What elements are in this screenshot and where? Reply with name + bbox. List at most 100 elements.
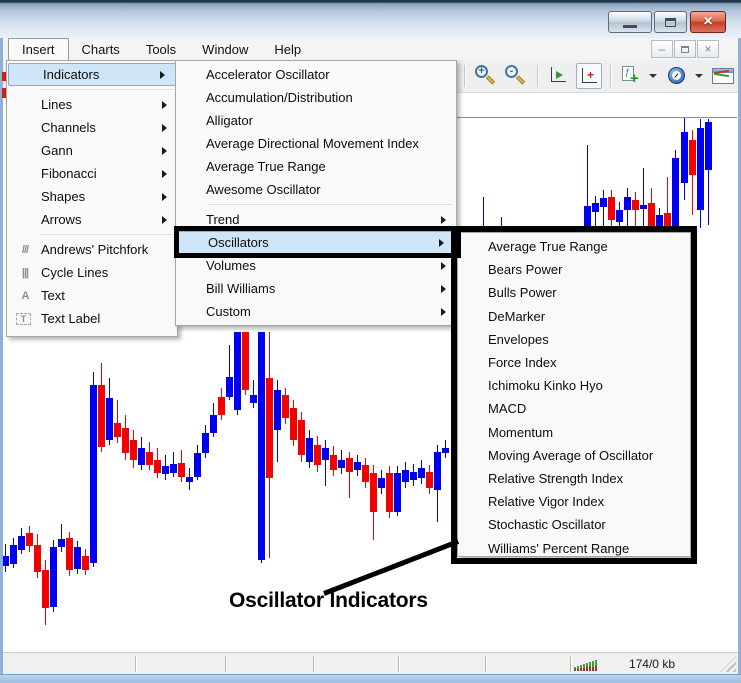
candle-body — [130, 440, 137, 460]
candle-body — [210, 415, 217, 433]
templates-icon[interactable] — [711, 63, 737, 89]
add-indicator-icon[interactable]: + — [619, 63, 645, 89]
candle-body — [386, 473, 393, 512]
candle-body — [330, 455, 337, 470]
statusbar-divider — [485, 656, 486, 672]
window-maximize-button[interactable] — [654, 11, 687, 33]
menu-item-label: Gann — [41, 143, 73, 158]
menu-item-text[interactable]: A Text — [7, 284, 177, 307]
window-close-button[interactable]: × — [690, 11, 726, 33]
signal-bar — [580, 665, 582, 671]
menu-item-text-label[interactable]: T Text Label — [7, 307, 177, 330]
window-minimize-button[interactable] — [608, 11, 652, 33]
menu-item-label: Cycle Lines — [41, 265, 109, 280]
candle-body — [290, 408, 297, 440]
menu-item-average-directional-movement-index[interactable]: Average Directional Movement Index — [176, 132, 456, 155]
traffic-counter: 174/0 kb — [628, 657, 675, 671]
candle-body — [600, 198, 607, 207]
menu-item-shapes[interactable]: Shapes — [7, 185, 177, 208]
menubar-item-insert[interactable]: Insert — [8, 38, 69, 60]
menu-item-accumulation-distribution[interactable]: Accumulation/Distribution — [176, 86, 456, 109]
resize-grip-icon[interactable] — [720, 656, 736, 672]
menu-item-cycle-lines[interactable]: ||| Cycle Lines — [7, 261, 177, 284]
menu-item-indicators[interactable]: Indicators — [8, 63, 176, 86]
menu-item-label: Volumes — [206, 258, 256, 273]
pitchfork-icon: /// — [21, 243, 29, 256]
submenu-arrow-icon — [441, 261, 446, 270]
menu-item-label: Trend — [206, 212, 240, 227]
candle-body — [90, 385, 97, 563]
submenu-arrow-icon — [441, 215, 446, 224]
menu-item-awesome-oscillator[interactable]: Awesome Oscillator — [176, 178, 456, 201]
dropdown-caret-icon[interactable] — [649, 74, 657, 78]
candle-body — [138, 448, 145, 465]
menu-item-accelerator-oscillator[interactable]: Accelerator Oscillator — [176, 63, 456, 86]
maximize-icon — [665, 17, 676, 27]
menu-item-channels[interactable]: Channels — [7, 116, 177, 139]
submenu-arrow-icon — [441, 284, 446, 293]
candle-body — [362, 465, 369, 482]
candle-body — [681, 132, 688, 183]
menu-item-gann[interactable]: Gann — [7, 139, 177, 162]
candle-body — [226, 377, 233, 397]
text-icon: A — [21, 289, 30, 302]
submenu-arrow-icon — [441, 307, 446, 316]
chart-shift-icon[interactable]: + — [576, 63, 602, 89]
candle-body — [282, 395, 289, 418]
candle-body — [266, 378, 273, 478]
zoom-out-icon[interactable]: - — [503, 63, 529, 89]
mdi-close-button[interactable]: × — [697, 40, 719, 58]
submenu-arrow-icon — [162, 192, 167, 201]
mdi-restore-button[interactable] — [674, 40, 696, 58]
menu-item-arrows[interactable]: Arrows — [7, 208, 177, 231]
menubar-item-tools[interactable]: Tools — [133, 38, 189, 60]
candle-body — [346, 458, 353, 472]
auto-scroll-icon[interactable] — [546, 63, 572, 89]
candle-body — [697, 128, 704, 210]
menu-item-custom[interactable]: Custom — [176, 300, 456, 323]
candle-body — [338, 460, 345, 468]
menu-item-andrews-pitchfork[interactable]: /// Andrews' Pitchfork — [7, 238, 177, 261]
candle-body — [42, 570, 49, 608]
menu-item-label: Indicators — [43, 67, 100, 82]
candle-body — [250, 395, 257, 403]
menu-item-label: Andrews' Pitchfork — [41, 242, 149, 257]
menu-separator — [39, 234, 174, 235]
submenu-arrow-icon — [160, 70, 165, 79]
menu-separator — [208, 204, 453, 205]
menu-item-bill-williams[interactable]: Bill Williams — [176, 277, 456, 300]
zoom-in-icon[interactable]: + — [473, 63, 499, 89]
menubar-item-help[interactable]: Help — [261, 38, 314, 60]
candle-wick — [61, 524, 62, 552]
menu-item-average-true-range[interactable]: Average True Range — [176, 155, 456, 178]
candle-body — [218, 397, 225, 415]
candle-body — [705, 122, 712, 170]
candle-body — [442, 448, 449, 453]
statusbar-divider — [135, 656, 136, 672]
candle-body — [178, 463, 185, 477]
menubar-item-window[interactable]: Window — [189, 38, 261, 60]
candle-wick — [325, 440, 326, 486]
menu-item-lines[interactable]: Lines — [7, 93, 177, 116]
periods-clock-icon[interactable] — [665, 63, 691, 89]
menu-item-fibonacci[interactable]: Fibonacci — [7, 162, 177, 185]
menu-item-label: Fibonacci — [41, 166, 97, 181]
candle-body — [592, 203, 599, 212]
candle-body — [114, 423, 121, 437]
annotation-box-oscillators-item — [174, 226, 461, 258]
candle-body — [378, 478, 385, 488]
menu-item-label: Average Directional Movement Index — [206, 136, 419, 151]
menu-separator — [39, 89, 174, 90]
candle-body — [242, 332, 249, 390]
candle-body — [298, 420, 305, 455]
mdi-minimize-button[interactable]: – — [651, 40, 673, 58]
title-bar[interactable]: × — [0, 0, 741, 38]
candle-body — [624, 197, 631, 210]
dropdown-caret-icon[interactable] — [695, 74, 703, 78]
menubar-item-charts[interactable]: Charts — [69, 38, 133, 60]
menu-item-label: Bill Williams — [206, 281, 276, 296]
toolbar-separator — [464, 65, 465, 87]
candle-body — [672, 158, 679, 227]
signal-bar — [589, 662, 591, 671]
menu-item-alligator[interactable]: Alligator — [176, 109, 456, 132]
